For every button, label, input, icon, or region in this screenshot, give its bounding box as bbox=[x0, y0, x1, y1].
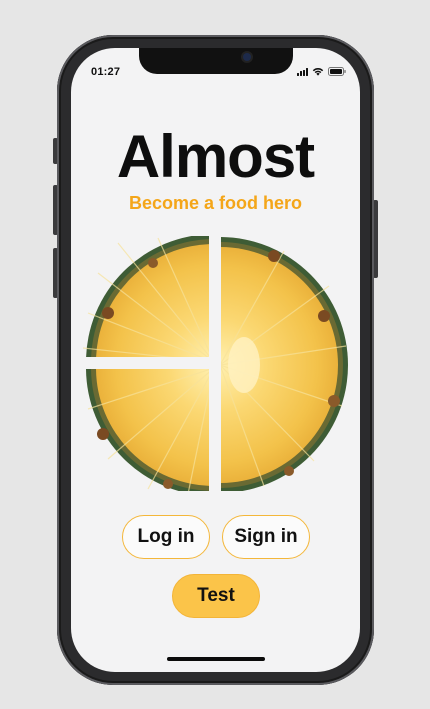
mockup-stage: 01:27 Almost Become a food hero Log in S… bbox=[0, 0, 430, 709]
notch bbox=[139, 48, 293, 74]
test-button[interactable]: Test bbox=[172, 574, 260, 618]
camera-icon bbox=[243, 53, 251, 61]
home-indicator[interactable] bbox=[167, 657, 265, 661]
app-tagline: Become a food hero bbox=[128, 193, 303, 213]
status-icons bbox=[297, 67, 346, 76]
status-time: 01:27 bbox=[91, 66, 121, 78]
login-button[interactable]: Log in bbox=[122, 515, 210, 559]
app-title: Almost bbox=[116, 123, 315, 190]
cellular-signal-icon bbox=[297, 67, 308, 76]
signin-button[interactable]: Sign in bbox=[222, 515, 310, 559]
phone-screen: 01:27 Almost Become a food hero Log in S… bbox=[71, 48, 360, 672]
wifi-icon bbox=[312, 67, 324, 76]
battery-icon bbox=[328, 67, 346, 76]
pineapple-hero-image bbox=[82, 236, 348, 491]
